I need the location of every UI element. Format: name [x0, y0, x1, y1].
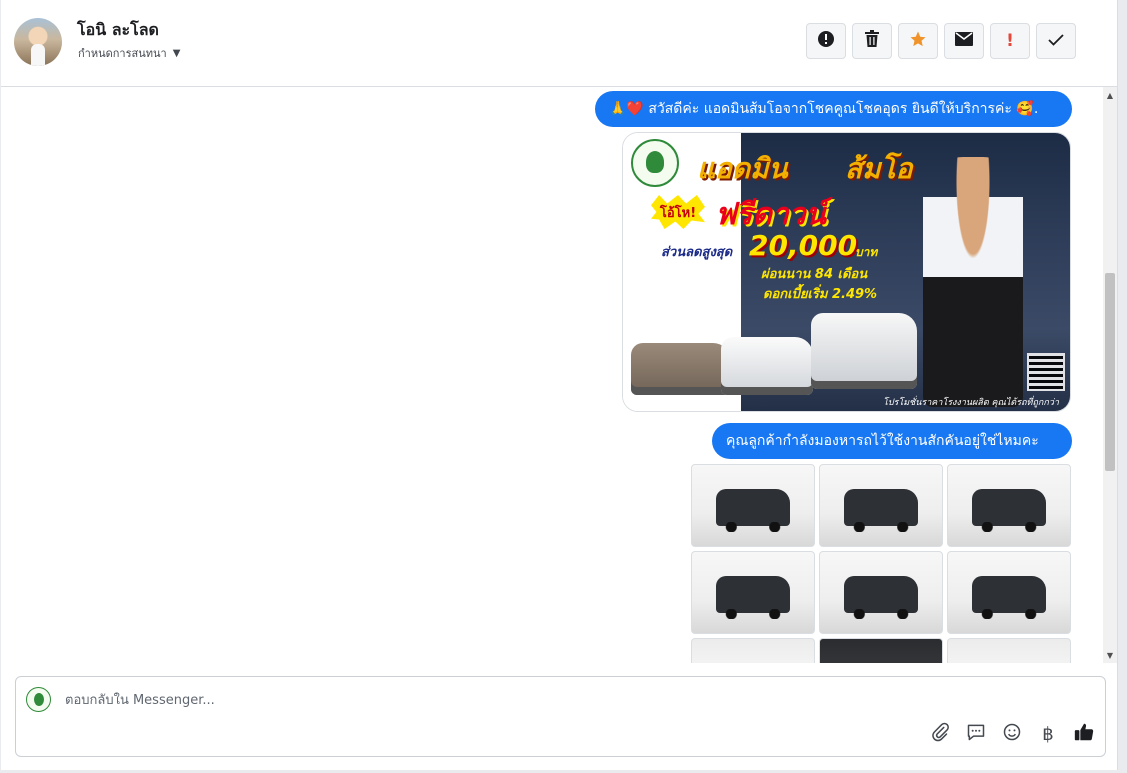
- vehicle-photo-grid: [691, 464, 1071, 663]
- scroll-up-arrow-icon[interactable]: ▲: [1103, 87, 1117, 103]
- promo-image[interactable]: แอดมิน ส้มโอ โอ้โห! ฟรีดาวน์ ส่วนลดสูงสุ…: [622, 132, 1071, 412]
- exclamation-icon: !: [1006, 31, 1014, 51]
- conversation-header: โอนิ ละโลด กำหนดการสนทนา ▼ !: [1, 0, 1117, 87]
- contact-avatar[interactable]: [14, 18, 62, 66]
- mark-unread-button[interactable]: [944, 23, 984, 59]
- caret-down-icon: ▼: [172, 47, 181, 59]
- baht-icon: ฿: [1042, 723, 1054, 745]
- attach-button[interactable]: [929, 722, 951, 747]
- vehicle-photo[interactable]: [947, 638, 1071, 663]
- vehicle-photo[interactable]: [819, 551, 943, 634]
- flag-followup-button[interactable]: !: [990, 23, 1030, 59]
- trash-icon: [864, 29, 880, 53]
- conversation-label-text: กำหนดการสนทนา: [78, 47, 167, 60]
- star-button[interactable]: [898, 23, 938, 59]
- promo-discount-unit: บาท: [855, 245, 878, 259]
- conversation-label-dropdown[interactable]: กำหนดการสนทนา ▼: [78, 44, 180, 62]
- scrollbar-thumb[interactable]: [1105, 273, 1115, 471]
- emoji-button[interactable]: [1001, 723, 1023, 745]
- message-thread[interactable]: 🙏❤️ สวัสดีค่ะ แอดมินส้มโอจากโชคคูณโชคอุด…: [1, 87, 1103, 663]
- vehicle-photo[interactable]: [947, 551, 1071, 634]
- promo-installment: ผ่อนนาน 84 เดือน: [761, 267, 868, 282]
- paperclip-icon: [930, 722, 950, 747]
- alert-circle-icon: [817, 30, 835, 53]
- composer-toolbar: ฿: [929, 722, 1095, 747]
- vehicle-photo[interactable]: [947, 464, 1071, 547]
- quick-reply-icon: [966, 722, 986, 747]
- dealer-logo-icon: [631, 139, 679, 187]
- conversation-panel: โอนิ ละโลด กำหนดการสนทนา ▼ ! 🙏❤️ สวัสดีค…: [1, 0, 1118, 770]
- promo-title: แอดมิน: [697, 152, 788, 185]
- envelope-icon: [955, 31, 973, 51]
- payment-button[interactable]: ฿: [1037, 723, 1059, 745]
- thread-scrollbar[interactable]: ▲ ▼: [1103, 87, 1117, 663]
- promo-title-name: ส้มโอ: [845, 152, 913, 185]
- promo-car-pickup: [721, 337, 813, 395]
- qr-code-icon: [1027, 353, 1065, 391]
- message-bubble-greeting: 🙏❤️ สวัสดีค่ะ แอดมินส้มโอจากโชคคูณโชคอุด…: [595, 91, 1072, 127]
- header-actions: !: [806, 23, 1076, 59]
- promo-discount-value: 20,000: [749, 229, 858, 262]
- star-icon: [909, 30, 927, 53]
- message-bubble-question: คุณลูกค้ากำลังมองหารถไว้ใช้งานสักคันอยู่…: [712, 423, 1072, 459]
- delete-button[interactable]: [852, 23, 892, 59]
- mark-spam-button[interactable]: [806, 23, 846, 59]
- mark-done-button[interactable]: [1036, 23, 1076, 59]
- promo-person-photo: [923, 157, 1023, 407]
- promo-discount-label: ส่วนลดสูงสุด: [661, 245, 733, 260]
- vehicle-photo[interactable]: [691, 551, 815, 634]
- promo-car-sedan: [631, 343, 731, 395]
- vehicle-photo[interactable]: [819, 638, 943, 663]
- check-icon: [1048, 31, 1064, 51]
- reply-composer: ฿: [15, 676, 1106, 757]
- contact-name[interactable]: โอนิ ละโลด: [77, 18, 159, 43]
- promo-car-pickup-cage: [811, 313, 917, 389]
- vehicle-photo[interactable]: [819, 464, 943, 547]
- thumbs-up-icon: [1073, 721, 1095, 748]
- saved-replies-button[interactable]: [965, 723, 987, 745]
- scroll-down-arrow-icon[interactable]: ▼: [1103, 647, 1117, 663]
- reply-input[interactable]: [63, 689, 667, 711]
- promo-interest: ดอกเบี้ยเริ่ม 2.49%: [763, 287, 878, 302]
- vehicle-photo[interactable]: [691, 464, 815, 547]
- emoji-icon: [1002, 722, 1022, 747]
- page-avatar: [26, 687, 51, 712]
- promo-footer: โปรโมชั่นราคาโรงงานผลิต คุณได้รถที่ถูกกว…: [883, 398, 1059, 408]
- like-button[interactable]: [1073, 723, 1095, 745]
- vehicle-photo[interactable]: [691, 638, 815, 663]
